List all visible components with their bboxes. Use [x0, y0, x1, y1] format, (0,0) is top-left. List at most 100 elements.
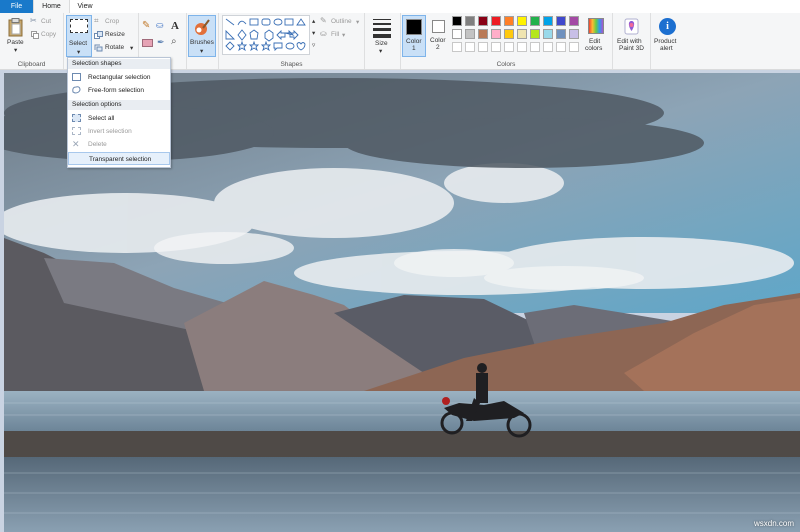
watermark-text: wsxdn.com	[753, 519, 794, 528]
product-alert-button[interactable]: i Product alert	[652, 15, 684, 57]
color2-button[interactable]: Color 2	[427, 15, 451, 57]
clipboard-icon	[8, 18, 23, 37]
brushes-group: Brushes ▾	[186, 13, 219, 69]
chevron-down-icon[interactable]: ▾	[312, 29, 315, 37]
custom-color-slot[interactable]	[530, 42, 540, 52]
resize-button[interactable]: Resize	[94, 30, 134, 40]
select-label: Select	[69, 40, 88, 47]
palette-swatch[interactable]	[556, 29, 566, 39]
paint3d-label: Edit with	[617, 38, 642, 45]
color-picker-icon[interactable]: ✒	[157, 37, 165, 48]
tab-file[interactable]: File	[0, 0, 33, 13]
color1-label: Color	[406, 38, 422, 45]
chevron-down-icon: ▾	[379, 48, 383, 55]
select-button[interactable]: Select ▾	[66, 15, 92, 57]
invert-selection-label: Invert selection	[88, 128, 132, 135]
palette-swatch[interactable]	[452, 16, 462, 26]
palette-swatch[interactable]	[517, 16, 527, 26]
clipboard-group-label: Clipboard	[17, 61, 46, 68]
brushes-label: Brushes	[190, 39, 214, 46]
tab-home[interactable]: Home	[33, 0, 70, 14]
cut-button[interactable]: ✂ Cut	[30, 16, 60, 27]
delete-item[interactable]: ✕ Delete	[68, 138, 170, 151]
resize-label: Resize	[105, 31, 125, 38]
palette-swatch[interactable]	[517, 29, 527, 39]
crop-button[interactable]: ⌗ Crop	[94, 16, 134, 27]
more-icon[interactable]: ▿	[312, 41, 315, 49]
palette-swatch[interactable]	[478, 29, 488, 39]
scissors-icon: ✂	[30, 16, 37, 25]
copy-label: Copy	[41, 31, 57, 38]
palette-swatch[interactable]	[530, 29, 540, 39]
fill-button[interactable]: ⛀ Fill ▾	[320, 29, 362, 40]
cut-label: Cut	[41, 18, 52, 25]
palette-swatch[interactable]	[556, 16, 566, 26]
palette-swatch[interactable]	[530, 16, 540, 26]
palette-swatch[interactable]	[452, 29, 462, 39]
palette-swatch[interactable]	[491, 29, 501, 39]
paste-button[interactable]: Paste ▾	[3, 15, 29, 55]
rainbow-palette-icon	[588, 18, 604, 34]
crop-icon: ⌗	[94, 16, 99, 25]
palette-swatch[interactable]	[504, 16, 514, 26]
palette-swatch[interactable]	[465, 16, 475, 26]
pencil-icon[interactable]: ✎	[142, 20, 150, 31]
freeform-selection-label: Free-form selection	[88, 87, 144, 94]
rectangle-select-icon	[72, 73, 81, 81]
shapes-gallery-icons	[225, 18, 306, 52]
palette-swatch[interactable]	[478, 16, 488, 26]
custom-color-slot[interactable]	[452, 42, 462, 52]
chevron-up-icon[interactable]: ▴	[312, 17, 315, 25]
paste-label: Paste	[7, 39, 24, 46]
chevron-down-icon: ▾	[356, 19, 360, 26]
custom-color-slot[interactable]	[504, 42, 514, 52]
fill-bucket-icon: ⛀	[320, 29, 327, 38]
colors-group: Color 1 Color 2 Edit colors Colors	[400, 13, 613, 69]
clipboard-group: Paste ▾ ✂ Cut Copy Clipboard	[0, 13, 64, 69]
custom-color-slot[interactable]	[556, 42, 566, 52]
palette-swatch[interactable]	[569, 16, 579, 26]
palette-swatch[interactable]	[465, 29, 475, 39]
magnifier-icon[interactable]: ⌕	[171, 36, 177, 47]
outline-pen-icon: ✎	[320, 16, 327, 25]
palette-swatch[interactable]	[543, 29, 553, 39]
shapes-gallery[interactable]	[222, 15, 310, 55]
paint3d-group: Edit with Paint 3D	[612, 13, 651, 69]
custom-color-slot[interactable]	[543, 42, 553, 52]
eraser-icon[interactable]	[142, 39, 153, 47]
product-alert-label: Product	[654, 38, 677, 45]
palette-swatch[interactable]	[504, 29, 514, 39]
resize-icon	[94, 31, 103, 39]
custom-color-slot[interactable]	[569, 42, 579, 52]
outline-button[interactable]: ✎ Outline ▾	[320, 16, 362, 27]
shapes-group: ▴ ▾ ▿ ✎ Outline ▾ ⛀ Fill ▾ Shapes	[219, 13, 365, 69]
size-button[interactable]: Size ▾	[367, 15, 397, 57]
custom-color-slot[interactable]	[517, 42, 527, 52]
custom-color-slot[interactable]	[465, 42, 475, 52]
custom-color-slot[interactable]	[491, 42, 501, 52]
palette-swatch[interactable]	[569, 29, 579, 39]
rotate-button[interactable]: Rotate ▾	[94, 43, 134, 53]
copy-button[interactable]: Copy	[30, 30, 60, 40]
tab-view[interactable]: View	[70, 0, 100, 13]
brushes-button[interactable]: Brushes ▾	[188, 15, 216, 57]
palette-swatch[interactable]	[543, 16, 553, 26]
edit-with-paint3d-button[interactable]: Edit with Paint 3D	[614, 15, 648, 57]
select-all-item[interactable]: Select all	[68, 112, 170, 125]
transparent-selection-item[interactable]: Transparent selection	[68, 152, 170, 165]
custom-color-slot[interactable]	[478, 42, 488, 52]
crop-label: Crop	[105, 18, 120, 25]
rectangular-selection-label: Rectangular selection	[88, 74, 151, 81]
rectangular-selection-item[interactable]: Rectangular selection	[68, 71, 170, 84]
fill-bucket-icon[interactable]: ⛀	[156, 20, 164, 31]
palette-swatch[interactable]	[491, 16, 501, 26]
text-icon[interactable]: A	[171, 20, 179, 32]
invert-selection-item[interactable]: Invert selection	[68, 125, 170, 138]
chevron-down-icon: ▾	[130, 45, 134, 52]
color-palette	[452, 16, 582, 58]
freeform-selection-item[interactable]: Free-form selection	[68, 84, 170, 97]
shapes-group-label: Shapes	[280, 61, 303, 68]
edit-colors-label: Edit	[589, 38, 601, 45]
color1-button[interactable]: Color 1	[402, 15, 426, 57]
edit-colors-button[interactable]: Edit colors	[582, 15, 610, 57]
